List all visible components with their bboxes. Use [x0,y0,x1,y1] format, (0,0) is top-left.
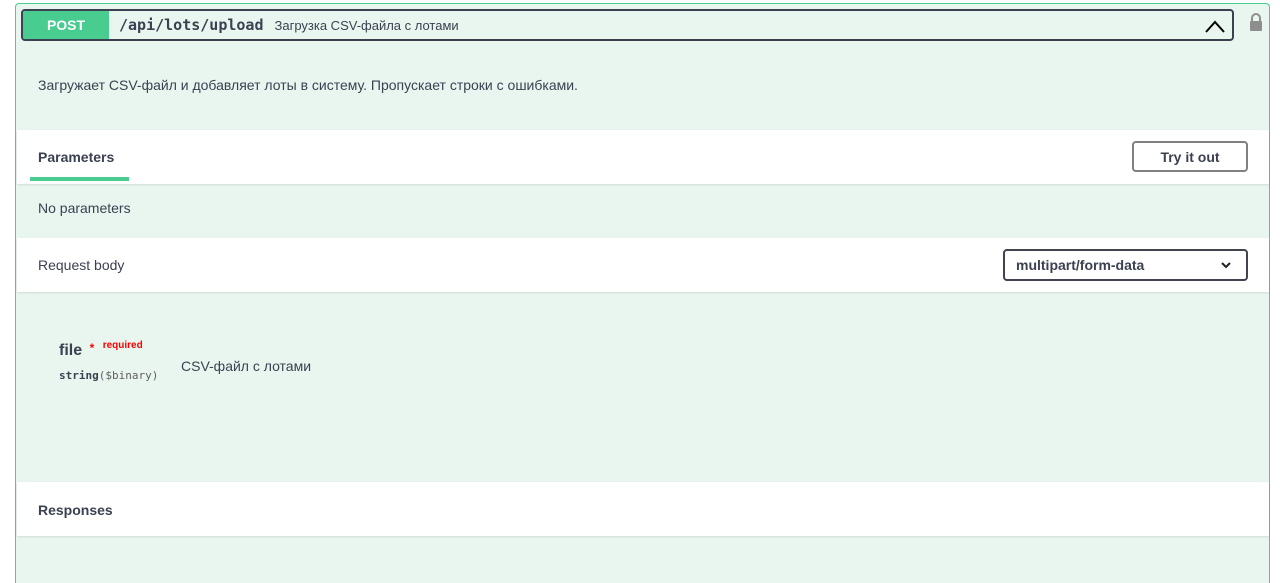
no-parameters-text: No parameters [38,200,131,216]
content-type-value: multipart/form-data [1016,257,1145,273]
operation-summary-text: Загрузка CSV-файла с лотами [274,17,459,33]
param-description: CSV-файл с лотами [181,358,312,374]
param-name: file [59,342,83,359]
try-it-out-button[interactable]: Try it out [1132,141,1248,172]
tab-active-indicator [30,177,129,181]
param-type-name: string [59,369,99,382]
param-type-format: ($binary) [98,369,159,382]
lock-icon[interactable] [1249,12,1263,32]
request-body-title: Request body [38,257,125,273]
method-badge: POST [23,11,109,39]
param-file-row: file * required [59,340,143,360]
required-label: required [102,340,143,351]
parameters-header: Parameters Try it out [17,130,1269,184]
endpoint-path: /api/lots/upload [119,16,264,34]
request-body-header: Request body multipart/form-data [17,238,1269,292]
param-type: string($binary) [59,369,158,382]
responses-title: Responses [38,502,113,518]
chevron-down-icon [1221,262,1231,269]
required-star: * [89,341,95,355]
operation-summary[interactable]: POST /api/lots/upload Загрузка CSV-файла… [21,9,1234,41]
operation-description: Загружает CSV-файл и добавляет лоты в си… [38,77,578,93]
responses-header: Responses [17,482,1269,536]
chevron-up-icon[interactable] [1204,17,1226,35]
operation-block: POST /api/lots/upload Загрузка CSV-файла… [15,3,1270,583]
tab-parameters[interactable]: Parameters [38,149,114,165]
content-type-select[interactable]: multipart/form-data [1003,249,1248,281]
